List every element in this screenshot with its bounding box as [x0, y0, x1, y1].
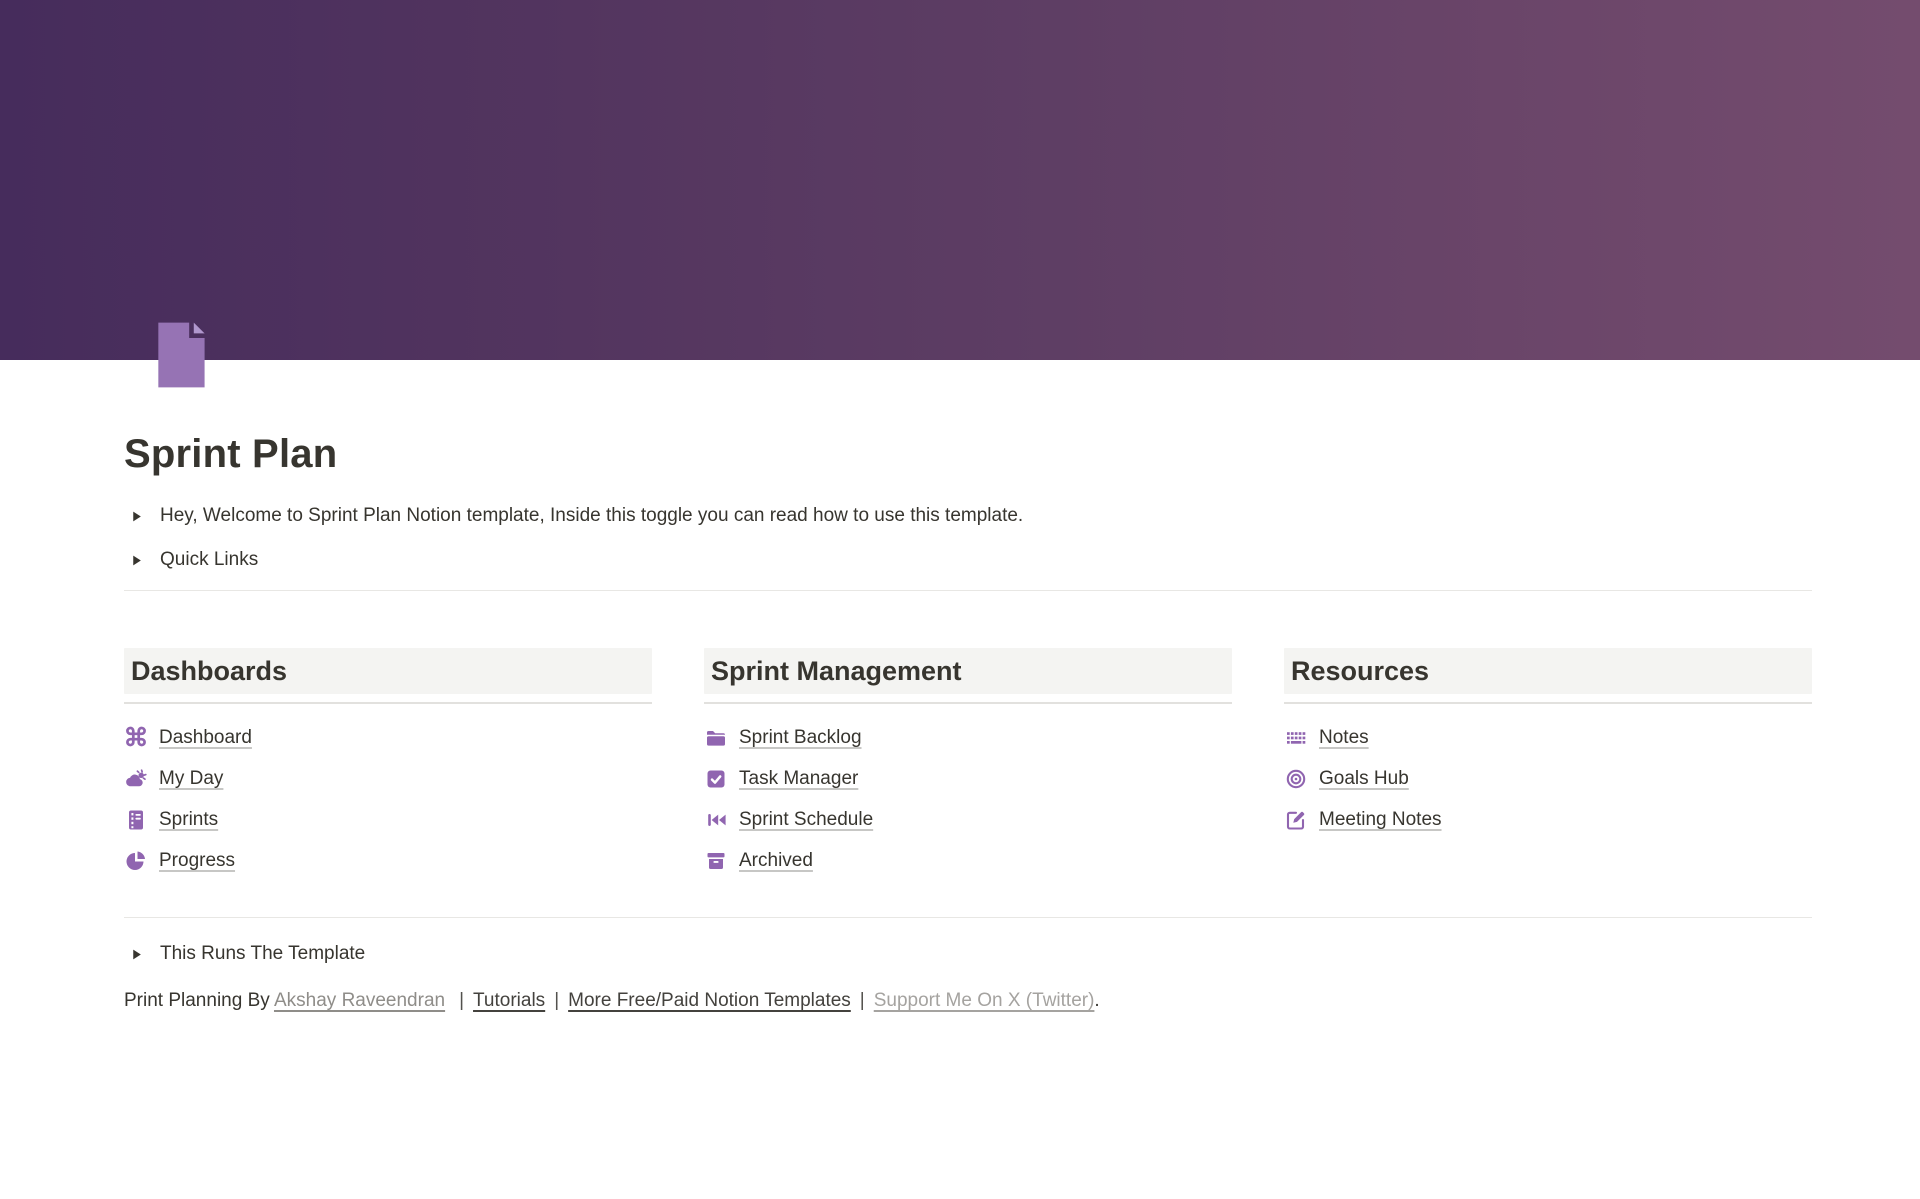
- toggle-quick-links-label: Quick Links: [160, 549, 258, 571]
- footer-link-support-twitter[interactable]: Support Me On X (Twitter): [874, 990, 1095, 1011]
- link-columns: Dashboards ⌘ Dashboard: [124, 648, 1812, 889]
- toggle-triangle-icon: [124, 548, 148, 572]
- page-link-notes[interactable]: Notes: [1284, 725, 1369, 751]
- compose-icon: [1284, 808, 1308, 832]
- pie-chart-icon: [124, 849, 148, 873]
- toggle-triangle-icon: [124, 504, 148, 528]
- column-resources: Resources Notes: [1284, 648, 1812, 889]
- column-heading: Resources: [1284, 648, 1812, 694]
- sun-cloud-icon: [124, 767, 148, 791]
- footer-separator: |: [860, 990, 865, 1011]
- page-link-archived[interactable]: Archived: [704, 848, 813, 874]
- page-cover: [0, 0, 1920, 360]
- page-link-dashboard[interactable]: ⌘ Dashboard: [124, 725, 252, 751]
- footer-link-author[interactable]: Akshay Raveendran: [274, 990, 445, 1011]
- toggle-welcome[interactable]: Hey, Welcome to Sprint Plan Notion templ…: [124, 500, 1812, 532]
- page-link-sprint-schedule[interactable]: Sprint Schedule: [704, 807, 873, 833]
- column-heading: Dashboards: [124, 648, 652, 694]
- page-title[interactable]: Sprint Plan: [124, 360, 1812, 478]
- page-link-task-manager[interactable]: Task Manager: [704, 766, 858, 792]
- document-icon: [124, 808, 148, 832]
- archive-icon: [704, 849, 728, 873]
- footer-separator: |: [459, 990, 464, 1011]
- page-link-sprint-backlog[interactable]: Sprint Backlog: [704, 725, 862, 751]
- toggle-quick-links[interactable]: Quick Links: [124, 544, 1812, 576]
- footer-suffix: .: [1094, 990, 1099, 1011]
- toggle-welcome-label: Hey, Welcome to Sprint Plan Notion templ…: [160, 505, 1023, 527]
- page-link-my-day[interactable]: My Day: [124, 766, 223, 792]
- page-link-meeting-notes[interactable]: Meeting Notes: [1284, 807, 1442, 833]
- column-heading: Sprint Management: [704, 648, 1232, 694]
- target-icon: [1284, 767, 1308, 791]
- divider: [124, 702, 652, 704]
- divider: [124, 590, 1812, 591]
- toggle-runs-template[interactable]: This Runs The Template: [124, 938, 1812, 970]
- footer-separator: |: [554, 990, 559, 1011]
- divider: [704, 702, 1232, 704]
- divider: [1284, 702, 1812, 704]
- footer-link-tutorials[interactable]: Tutorials: [473, 990, 545, 1011]
- toggle-triangle-icon: [124, 942, 148, 966]
- toggle-runs-template-label: This Runs The Template: [160, 943, 365, 965]
- checkbox-icon: [704, 767, 728, 791]
- divider: [124, 917, 1812, 918]
- rewind-icon: [704, 808, 728, 832]
- page-link-sprints[interactable]: Sprints: [124, 807, 218, 833]
- footer-credits: Print Planning By Akshay Raveendran | Tuto…: [124, 986, 1812, 1016]
- page-link-progress[interactable]: Progress: [124, 848, 235, 874]
- page-link-goals-hub[interactable]: Goals Hub: [1284, 766, 1409, 792]
- footer-link-more-templates[interactable]: More Free/Paid Notion Templates: [568, 990, 851, 1011]
- keyboard-icon: [1284, 726, 1308, 750]
- column-sprint-management: Sprint Management Sprint Backlog: [704, 648, 1232, 889]
- command-icon: ⌘: [124, 726, 148, 750]
- page-body: Sprint Plan Hey, Welcome to Sprint Plan …: [0, 360, 1920, 1016]
- folder-icon: [704, 726, 728, 750]
- footer-prefix: Print Planning By: [124, 990, 274, 1011]
- column-dashboards: Dashboards ⌘ Dashboard: [124, 648, 652, 889]
